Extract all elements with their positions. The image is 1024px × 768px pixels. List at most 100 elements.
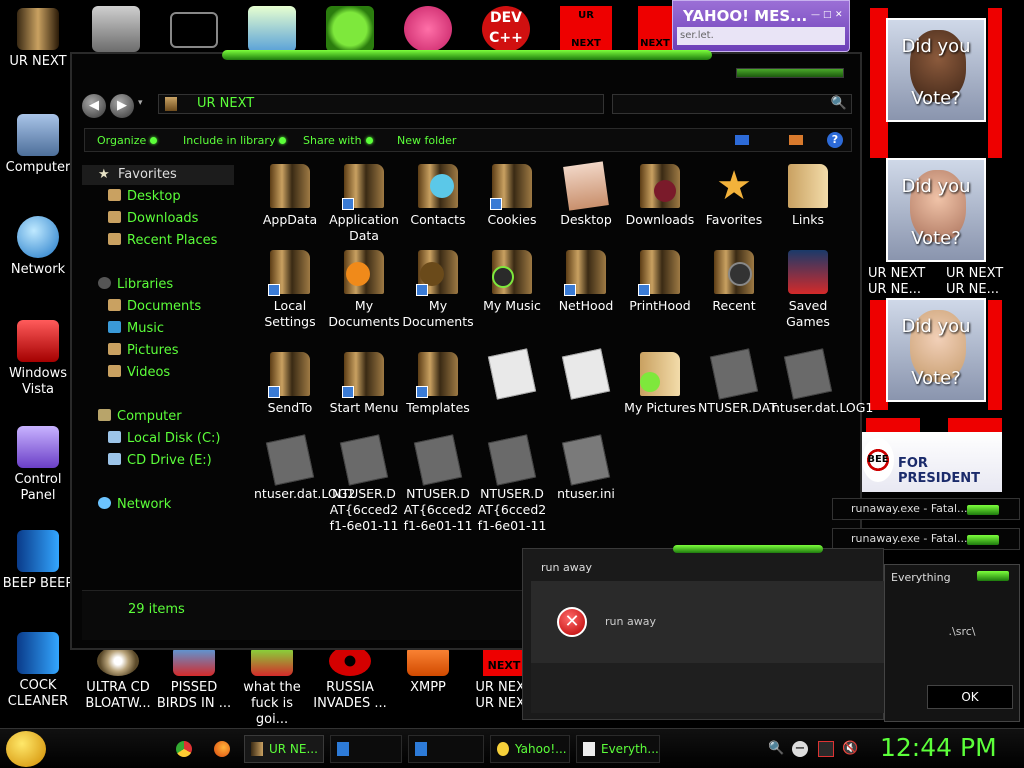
yahoo-messenger-window[interactable]: YAHOO! MES... — □ ✕ ser.let. [672, 0, 850, 52]
file-item-appdata[interactable]: AppData [254, 164, 326, 228]
firefox-icon[interactable] [214, 741, 230, 757]
views-icon[interactable] [735, 135, 749, 145]
address-bar[interactable]: UR NEXT [158, 94, 604, 114]
help-icon[interactable]: ? [827, 132, 843, 148]
forward-button[interactable]: ▶ [110, 94, 134, 118]
nav-libraries[interactable]: Libraries [98, 276, 173, 294]
run-away-dialog[interactable]: run away ✕ run away [522, 545, 885, 720]
desktop-label-ur-next[interactable]: UR NE... [946, 282, 999, 297]
ur-next-tile[interactable] [866, 418, 920, 432]
desktop-icon-recycle-bin[interactable]: Windows Vista [0, 320, 76, 398]
desktop-icon-space-game[interactable]: what the fuck is goi... [234, 646, 310, 728]
file-item-application-data[interactable]: Application Data [328, 164, 400, 244]
file-item-ntuser-dat-guid-3[interactable]: NTUSER.DAT{6cced2f1-6e01-11de-8b... [476, 434, 548, 534]
desktop-icon-russia[interactable]: RUSSIA INVADES ... [312, 646, 388, 712]
desktop-icon-beep-beep[interactable]: BEEP BEEP [0, 530, 76, 592]
file-item-recent[interactable]: Recent [698, 250, 770, 314]
file-item-ntuser-dat-guid-2[interactable]: NTUSER.DAT{6cced2f1-6e01-11de-8b... [402, 434, 474, 534]
desktop-icon-xmpp[interactable]: XMPP [390, 646, 466, 696]
paint-icon[interactable] [404, 6, 452, 52]
file-item-ntuser-ini[interactable]: ntuser.ini [550, 434, 622, 502]
file-item-my-documents-2[interactable]: My Documents [402, 250, 474, 330]
desktop-icon-cock-cleaner[interactable]: COCK CLEANER [0, 632, 76, 710]
file-item-downloads[interactable]: Downloads [624, 164, 696, 228]
file-item-my-pictures[interactable]: My Pictures [624, 352, 696, 416]
vote-poster[interactable]: Did you Vote? [886, 18, 986, 122]
taskbar-button-explorer[interactable]: UR NE... [244, 735, 324, 763]
ur-next-tile[interactable] [988, 8, 1002, 158]
desktop-icon-control-panel[interactable]: Control Panel [0, 426, 76, 504]
search-tray-icon[interactable]: 🔍 [768, 741, 784, 757]
file-item-templates[interactable]: Templates [402, 352, 474, 416]
include-in-library-button[interactable]: Include in library [183, 134, 287, 147]
desktop-label-ur-next[interactable]: UR NEXT [868, 266, 925, 281]
file-item-my-music[interactable]: My Music [476, 250, 548, 314]
file-item-nethood[interactable]: NetHood [550, 250, 622, 314]
system-clock[interactable]: 12:44 PM [880, 733, 997, 762]
file-item-blank-1[interactable] [476, 348, 548, 400]
nav-item-music[interactable]: Music [108, 320, 164, 338]
file-item-blank-2[interactable] [550, 348, 622, 400]
notepad-icon[interactable] [248, 6, 296, 52]
runaway-error-window[interactable]: runaway.exe - Fatal... [832, 498, 1020, 520]
desktop-label-ur-next[interactable]: UR NEXT [946, 266, 1003, 281]
new-folder-button[interactable]: New folder [397, 134, 456, 147]
runaway-error-window[interactable]: runaway.exe - Fatal... [832, 528, 1020, 550]
recent-pages-dropdown[interactable]: ▾ [138, 98, 143, 108]
vote-poster[interactable]: Did you Vote? [886, 298, 986, 402]
everything-dialog[interactable]: Everything .\src\ OK [884, 564, 1020, 722]
ur-next-tile[interactable]: UR NEXT [560, 6, 612, 52]
desktop-icon-ur-next[interactable]: UR NEXT [0, 8, 76, 70]
angry-pig-icon[interactable] [326, 6, 374, 52]
nav-item-recent-places[interactable]: Recent Places [108, 232, 217, 250]
file-item-desktop[interactable]: Desktop [550, 161, 622, 228]
nav-item-pictures[interactable]: Pictures [108, 342, 178, 360]
nav-favorites[interactable]: ★ Favorites [82, 165, 234, 185]
volume-muted-icon[interactable]: 🔇 [842, 741, 858, 757]
start-button[interactable] [6, 731, 46, 767]
back-button[interactable]: ◀ [82, 94, 106, 118]
desktop-icon-pissed-birds[interactable]: PISSED BIRDS IN ... [156, 646, 232, 712]
share-with-button[interactable]: Share with [303, 134, 373, 147]
nav-computer[interactable]: Computer [98, 408, 182, 426]
file-item-ntuser-log2[interactable]: ntuser.dat.LOG2 [254, 434, 355, 502]
status-tray-icon[interactable]: − [792, 741, 808, 757]
ok-button[interactable]: OK [927, 685, 1013, 709]
file-item-start-menu[interactable]: Start Menu [328, 352, 400, 416]
nav-item-desktop[interactable]: Desktop [108, 188, 181, 206]
vote-poster[interactable]: Did you Vote? [886, 158, 986, 262]
file-item-cookies[interactable]: Cookies [476, 164, 548, 228]
file-item-saved-games[interactable]: Saved Games [772, 250, 844, 330]
file-item-ntuser-dat[interactable]: NTUSER.DAT [698, 348, 777, 416]
file-item-favorites[interactable]: ★ Favorites [698, 164, 770, 228]
nav-item-local-disk[interactable]: Local Disk (C:) [108, 430, 220, 448]
minimize-icon[interactable]: — [811, 10, 820, 20]
taskbar-button-app[interactable] [330, 735, 402, 763]
nav-item-downloads[interactable]: Downloads [108, 210, 198, 228]
ur-next-tile[interactable] [948, 418, 1002, 432]
ur-next-tile[interactable]: NEXT [638, 6, 672, 52]
desktop-icon-network[interactable]: Network [0, 216, 76, 278]
file-item-ntuser-log1[interactable]: ntuser.dat.LOG1 [772, 348, 873, 416]
desktop-label-ur-next[interactable]: UR NE... [868, 282, 921, 297]
search-input[interactable]: 🔍 [612, 94, 852, 114]
close-icon[interactable]: ✕ [835, 10, 843, 20]
file-item-contacts[interactable]: Contacts [402, 164, 474, 228]
file-item-links[interactable]: Links [772, 164, 844, 228]
organize-button[interactable]: Organize [97, 134, 158, 147]
file-item-sendto[interactable]: SendTo [254, 352, 326, 416]
taskbar-button-yahoo[interactable]: Yahoo!... [490, 735, 570, 763]
terminal-icon[interactable] [170, 12, 218, 48]
file-item-ntuser-dat-guid-1[interactable]: NTUSER.DAT{6cced2f1-6e01-11de-8b... [328, 434, 400, 534]
devcpp-icon[interactable]: DEV C++ [482, 6, 530, 52]
maximize-icon[interactable]: □ [823, 10, 832, 20]
desktop-icon-ultra-cd[interactable]: ULTRA CD BLOATW... [80, 646, 156, 712]
network-tray-icon[interactable] [818, 741, 834, 757]
yahoo-status-field[interactable]: ser.let. [677, 27, 845, 45]
taskbar-button-everything[interactable]: Everyth... [576, 735, 660, 763]
archive-icon[interactable] [92, 6, 140, 52]
file-item-local-settings[interactable]: Local Settings [254, 250, 326, 330]
preview-pane-icon[interactable] [789, 135, 803, 145]
file-item-my-documents[interactable]: My Documents [328, 250, 400, 330]
desktop-icon-computer[interactable]: Computer [0, 114, 76, 176]
